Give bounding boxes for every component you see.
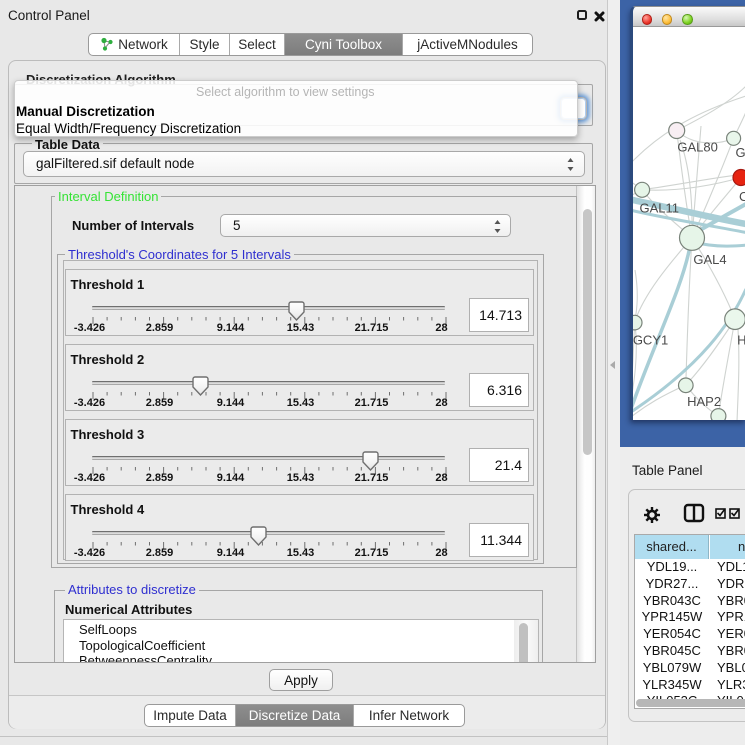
- svg-text:C: C: [739, 189, 745, 204]
- svg-text:GAL4: GAL4: [693, 252, 726, 267]
- svg-text:HAP2: HAP2: [687, 394, 721, 409]
- svg-text:GCY1: GCY1: [633, 332, 668, 347]
- svg-text:G.: G.: [736, 145, 745, 160]
- svg-text:H: H: [737, 332, 745, 347]
- svg-text:GAL80: GAL80: [677, 140, 717, 155]
- svg-text:GAL11: GAL11: [640, 201, 680, 216]
